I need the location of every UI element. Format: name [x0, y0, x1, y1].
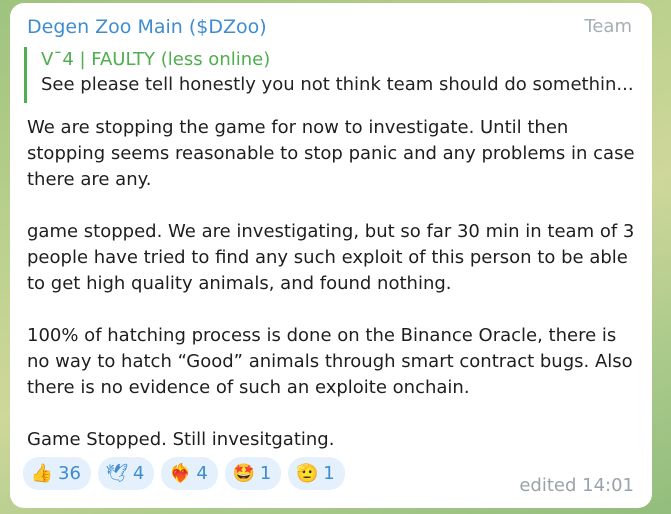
dove-icon: 🕊	[105, 462, 129, 484]
star-struck-icon: 🤩	[232, 462, 256, 484]
heart-on-fire-icon: ❤️‍🔥	[169, 462, 192, 484]
reaction-heart-on-fire[interactable]: ❤️‍🔥 4	[161, 457, 218, 490]
reply-text: See please tell honestly you not think t…	[41, 74, 634, 95]
message-paragraph: We are stopping the game for now to inve…	[27, 117, 635, 190]
reaction-count: 4	[132, 463, 145, 484]
sender-role-badge: Team	[584, 16, 632, 37]
message-paragraph: Game Stopped. Still invesitgating.	[27, 429, 335, 450]
message-paragraph: 100% of hatching process is done on the …	[27, 325, 633, 398]
reaction-dove[interactable]: 🕊 4	[97, 457, 155, 490]
reactions-bar: 👍 36 🕊 4 ❤️‍🔥 4 🤩 1 🫡 1	[23, 457, 345, 490]
message-text: We are stopping the game for now to inve…	[27, 115, 642, 453]
message-bubble[interactable]: Degen Zoo Main ($DZoo) Team V¯4 | FAULTY…	[10, 3, 652, 508]
reaction-count: 1	[259, 463, 272, 484]
sender-name[interactable]: Degen Zoo Main ($DZoo)	[27, 16, 267, 38]
reply-author: V¯4 | FAULTY (less online)	[41, 49, 271, 70]
reaction-star-struck[interactable]: 🤩 1	[224, 457, 282, 490]
reaction-saluting-face[interactable]: 🫡 1	[288, 457, 345, 490]
saluting-face-icon: 🫡	[296, 462, 319, 484]
reaction-count: 4	[196, 463, 208, 484]
edited-timestamp: edited 14:01	[519, 475, 634, 496]
thumbs-up-icon: 👍	[30, 462, 54, 484]
message-paragraph: game stopped. We are investigating, but …	[27, 221, 635, 294]
reply-quote[interactable]: V¯4 | FAULTY (less online) See please te…	[24, 47, 634, 103]
reaction-count: 1	[323, 463, 335, 484]
reaction-thumbs-up[interactable]: 👍 36	[23, 457, 91, 490]
reaction-count: 36	[58, 463, 81, 484]
